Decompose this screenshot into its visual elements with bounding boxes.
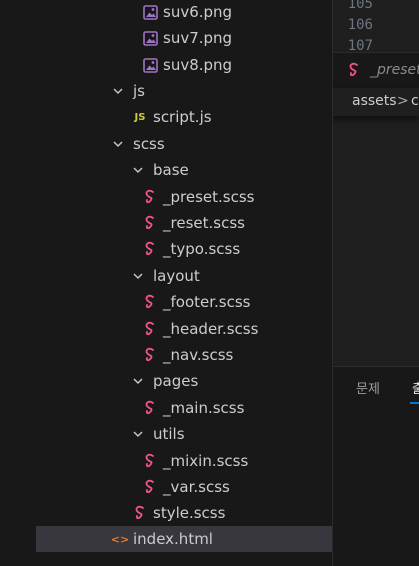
tree-item-label: _nav.scss [163, 346, 234, 364]
tree-item-label: _main.scss [163, 399, 245, 417]
editor-area: 105 106 107 _preset assets > c 481482483… [333, 0, 419, 566]
folder-item[interactable]: layout [36, 263, 332, 289]
breadcrumb-separator: > [397, 93, 409, 109]
tree-item-label: base [153, 161, 189, 179]
html-file-icon: <> [110, 532, 130, 546]
bottom-panel: 문제 출 [333, 366, 419, 566]
tree-item-label: js [133, 82, 145, 100]
file-item[interactable]: _preset.scss [36, 184, 332, 210]
tree-item-label: pages [153, 372, 199, 390]
file-item[interactable]: _mixin.scss [36, 448, 332, 474]
file-item[interactable]: _typo.scss [36, 236, 332, 262]
sass-file-icon [142, 479, 158, 495]
folder-item[interactable]: pages [36, 368, 332, 394]
image-file-icon [142, 57, 158, 73]
tree-item-label: _typo.scss [163, 240, 241, 258]
file-item[interactable]: _nav.scss [36, 342, 332, 368]
tree-item-label: layout [153, 267, 200, 285]
sass-file-icon [142, 215, 158, 231]
sass-file-icon [142, 321, 158, 337]
folder-item[interactable]: scss [36, 131, 332, 157]
sass-file-icon [142, 189, 158, 205]
chevron-down-icon [131, 269, 145, 283]
file-item[interactable]: JS script.js [36, 104, 332, 130]
tree-item-label: script.js [153, 108, 212, 126]
chevron-down-icon [131, 427, 145, 441]
file-item[interactable]: style.scss [36, 500, 332, 526]
file-item[interactable]: _reset.scss [36, 210, 332, 236]
sass-file-icon [142, 241, 158, 257]
sass-file-icon [142, 294, 158, 310]
breadcrumb-item[interactable]: assets [352, 93, 397, 109]
javascript-file-icon: JS [134, 111, 146, 123]
tree-item-label: _header.scss [163, 320, 259, 338]
tree-item-label: suv8.png [163, 56, 233, 74]
image-file-icon [142, 30, 158, 46]
image-file-icon [142, 4, 158, 20]
breadcrumb: assets > c [333, 88, 419, 116]
file-item[interactable]: _var.scss [36, 474, 332, 500]
active-tab-indicator [410, 402, 419, 404]
sass-icon [347, 62, 361, 82]
chevron-down-icon [111, 84, 125, 98]
folder-item[interactable]: utils [36, 421, 332, 447]
tab-label: _preset [370, 62, 419, 78]
tree-item-label: _preset.scss [163, 188, 255, 206]
folder-item[interactable]: base [36, 157, 332, 183]
explorer-tree: suv6.png suv7.png suv8.png js JS script.js scs… [36, 0, 333, 566]
tree-item-label: _footer.scss [163, 293, 251, 311]
tree-item-label: utils [153, 425, 185, 443]
sass-file-icon [142, 400, 158, 416]
tree-item-label: _reset.scss [163, 214, 245, 232]
folder-item[interactable]: js [36, 78, 332, 104]
sass-file-icon [132, 505, 148, 521]
line-number: 106 [347, 17, 373, 33]
tree-item-label: index.html [133, 530, 213, 548]
editor-tab[interactable]: _preset [333, 52, 419, 89]
tree-item-label: _mixin.scss [163, 452, 249, 470]
chevron-down-icon [131, 163, 145, 177]
tree-item-label: suv6.png [163, 3, 233, 21]
tree-item-label: style.scss [153, 504, 226, 522]
tree-item-label: _var.scss [163, 478, 230, 496]
file-item[interactable]: _footer.scss [36, 289, 332, 315]
file-item[interactable]: suv7.png [36, 25, 332, 51]
chevron-down-icon [111, 137, 125, 151]
file-item[interactable]: _main.scss [36, 395, 332, 421]
breadcrumb-item[interactable]: c [411, 93, 419, 109]
tree-item-label: scss [133, 135, 165, 153]
file-item[interactable]: <> index.html [36, 526, 332, 552]
tab-problems[interactable]: 문제 [356, 378, 380, 397]
activity-bar [0, 0, 36, 566]
chevron-down-icon [131, 374, 145, 388]
line-number: 105 [347, 0, 373, 12]
file-item[interactable]: _header.scss [36, 316, 332, 342]
file-item[interactable]: suv8.png [36, 52, 332, 78]
sass-file-icon [142, 453, 158, 469]
tree-item-label: suv7.png [163, 29, 233, 47]
file-item[interactable]: suv6.png [36, 0, 332, 25]
tab-output[interactable]: 출 [412, 378, 419, 397]
sass-file-icon [142, 347, 158, 363]
